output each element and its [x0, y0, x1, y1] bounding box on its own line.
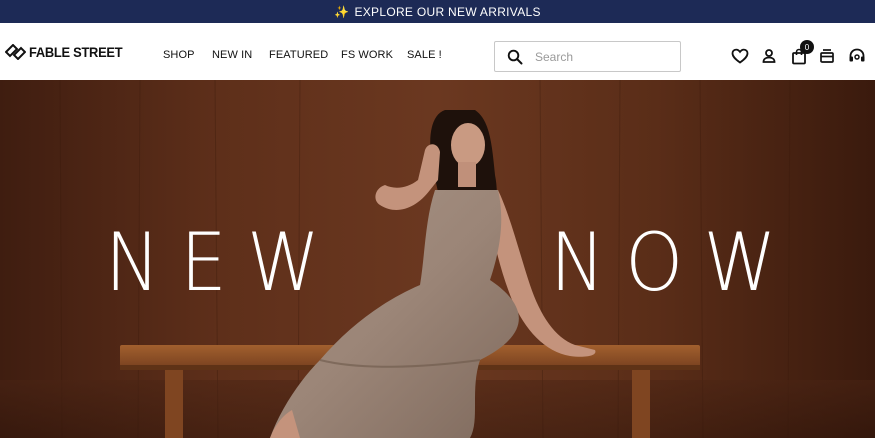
- nav-item-shop[interactable]: SHOP: [163, 49, 195, 61]
- promo-text: EXPLORE OUR NEW ARRIVALS: [354, 4, 541, 19]
- nav-item-featured[interactable]: FEATURED: [269, 49, 328, 61]
- card-icon[interactable]: [816, 45, 838, 67]
- diamond-logo-icon: [5, 44, 26, 60]
- hero-banner[interactable]: NEW NOW: [0, 80, 875, 438]
- sparkles-icon: ✨: [334, 4, 350, 19]
- nav-item-fs-work[interactable]: FS WORK: [341, 49, 393, 61]
- search-box[interactable]: [494, 41, 681, 72]
- hero-headline-right: NOW: [550, 216, 797, 309]
- nav-item-new-in[interactable]: NEW IN: [212, 49, 252, 61]
- nav-item-sale[interactable]: SALE !: [407, 49, 442, 61]
- brand-logo[interactable]: FABLE STREET: [5, 40, 130, 64]
- brand-name: FABLE STREET: [29, 44, 123, 60]
- search-icon[interactable]: [495, 49, 535, 65]
- site-header: FABLE STREET SHOP NEW IN FEATURED FS WOR…: [0, 23, 875, 80]
- user-icon[interactable]: [758, 45, 780, 67]
- hero-headline-left: NEW: [105, 216, 341, 309]
- heart-icon[interactable]: [729, 45, 751, 67]
- search-input[interactable]: [535, 49, 675, 64]
- headset-icon[interactable]: [846, 45, 868, 67]
- promo-bar[interactable]: ✨ EXPLORE OUR NEW ARRIVALS: [0, 0, 875, 23]
- cart-count-badge: 0: [800, 40, 814, 54]
